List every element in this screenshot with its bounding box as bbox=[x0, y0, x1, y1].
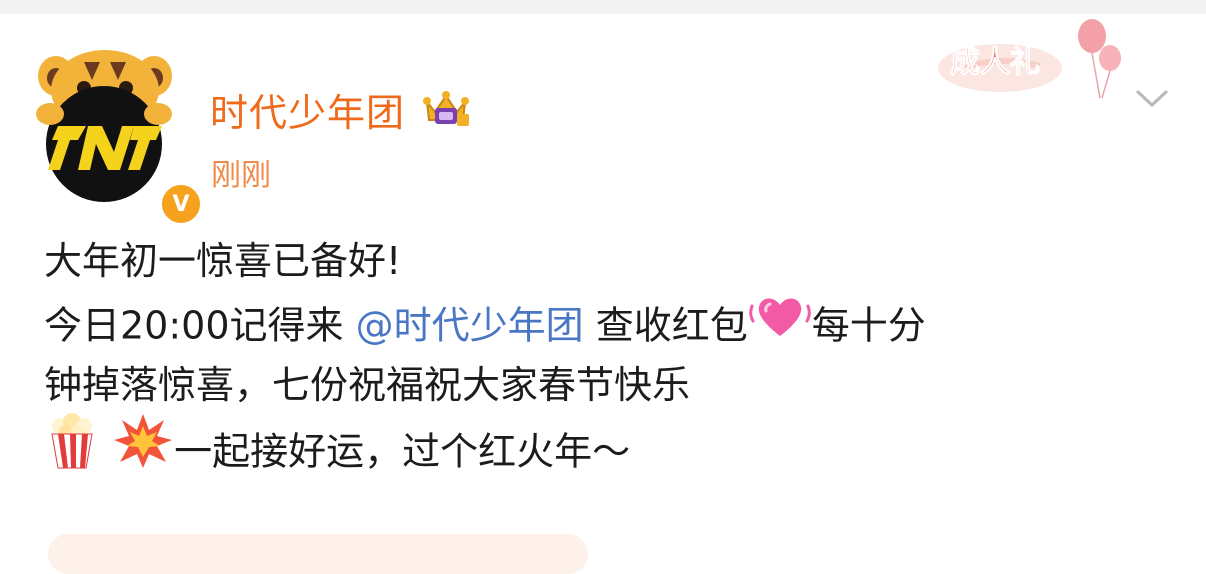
username-row: 时代少年团 bbox=[210, 82, 473, 137]
post-line-2: 今日20:00记得来 @时代少年团 查收红包 每十分 bbox=[44, 292, 1164, 354]
username-link[interactable]: 时代少年团 bbox=[210, 82, 405, 137]
bottom-card-edge bbox=[48, 534, 588, 574]
vibrating-heart-icon bbox=[748, 288, 812, 360]
post-line-2-suffix: 每十分 bbox=[811, 303, 926, 348]
post-line-3: 钟掉落惊喜，七份祝福祝大家春节快乐 bbox=[44, 363, 691, 407]
popcorn-icon bbox=[44, 412, 100, 488]
weibo-post-card: V 时代少年团 刚刚 成人礼 大年初一惊喜已备好! 今日20:00记得来 @时代… bbox=[0, 14, 1206, 574]
top-divider bbox=[0, 0, 1206, 14]
post-line-1: 大年初一惊喜已备好! bbox=[44, 239, 402, 283]
post-body: 大年初一惊喜已备好! 今日20:00记得来 @时代少年团 查收红包 每十分 钟掉… bbox=[44, 230, 1164, 478]
post-line-2-middle: 查收红包 bbox=[583, 303, 748, 348]
collision-icon bbox=[112, 412, 174, 488]
post-line-4-text: 一起接好运，过个红火年～ bbox=[174, 429, 631, 474]
balloons-icon bbox=[1078, 19, 1121, 99]
post-timestamp: 刚刚 bbox=[211, 158, 271, 193]
event-badge-label: 成人礼 bbox=[950, 45, 1040, 80]
avatar[interactable]: V bbox=[34, 44, 204, 227]
mention-link[interactable]: @时代少年团 bbox=[356, 304, 584, 348]
chevron-down-icon[interactable] bbox=[1132, 78, 1172, 118]
tiger-avatar-icon bbox=[36, 50, 172, 202]
post-line-2-prefix: 今日20:00记得来 bbox=[44, 303, 356, 348]
event-badge[interactable]: 成人礼 bbox=[936, 14, 1136, 104]
crown-badge-icon[interactable] bbox=[419, 88, 473, 132]
post-line-4: 一起接好运，过个红火年～ bbox=[44, 413, 1164, 478]
verified-badge-icon: V bbox=[158, 181, 204, 227]
